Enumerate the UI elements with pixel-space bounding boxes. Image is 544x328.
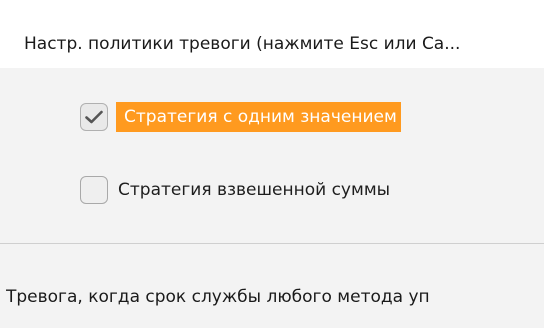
single-value-checkbox[interactable] <box>80 103 108 131</box>
weighted-sum-label[interactable]: Стратегия взвешенной суммы <box>118 179 390 201</box>
alarm-description-text: Тревога, когда срок службы любого метода… <box>6 287 430 307</box>
dialog-title: Настр. политики тревоги (нажмите Esc или… <box>24 34 461 54</box>
divider <box>0 243 544 244</box>
checkmark-icon <box>85 110 103 124</box>
weighted-sum-checkbox[interactable] <box>80 176 108 204</box>
option-weighted-sum-strategy[interactable]: Стратегия взвешенной суммы <box>80 172 390 208</box>
option-single-value-strategy[interactable]: Стратегия с одним значением <box>80 99 401 135</box>
single-value-label[interactable]: Стратегия с одним значением <box>116 102 401 132</box>
dialog-header: Настр. политики тревоги (нажмите Esc или… <box>0 0 544 68</box>
alarm-policy-dialog: Настр. политики тревоги (нажмите Esc или… <box>0 0 544 328</box>
